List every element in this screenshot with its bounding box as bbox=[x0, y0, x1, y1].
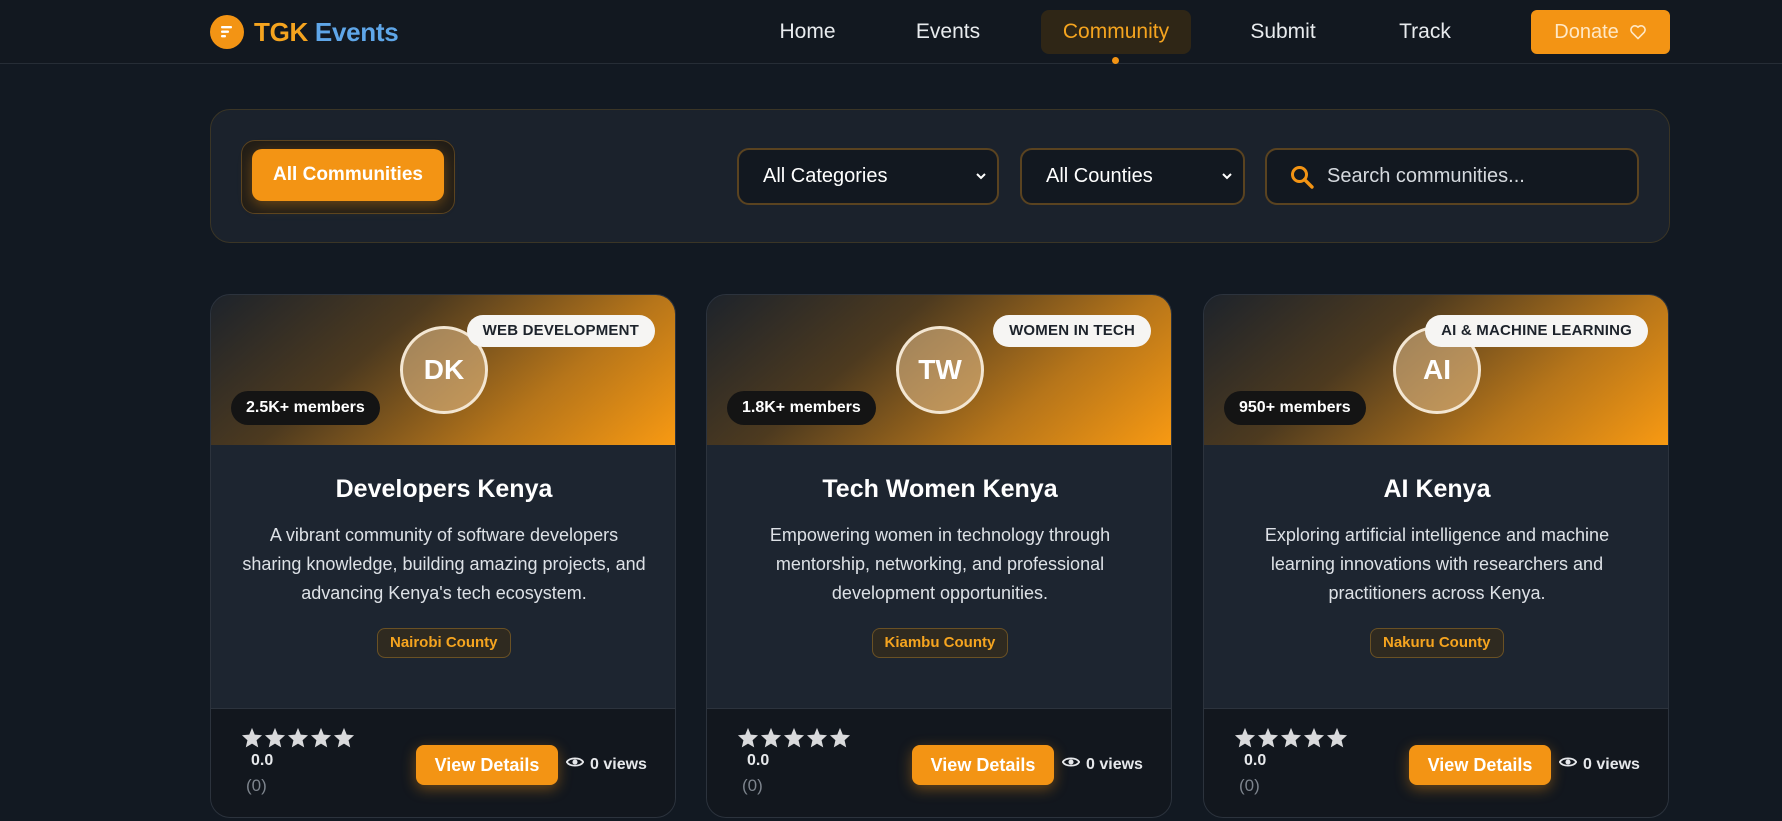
county-badge: Nakuru County bbox=[1370, 628, 1504, 658]
eye-icon bbox=[565, 755, 585, 774]
view-details-button[interactable]: View Details bbox=[416, 745, 558, 785]
rating-stars[interactable] bbox=[1234, 727, 1348, 748]
chevron-down-icon bbox=[1221, 150, 1233, 225]
county-badge: Nairobi County bbox=[377, 628, 511, 658]
brand-name-secondary: Events bbox=[314, 16, 399, 47]
star-icon bbox=[264, 727, 286, 748]
chevron-down-icon bbox=[975, 150, 987, 225]
members-badge: 950+ members bbox=[1224, 391, 1366, 425]
category-select[interactable]: All Categories bbox=[737, 148, 999, 205]
brand-name: TGK Events bbox=[254, 16, 399, 48]
star-icon bbox=[287, 727, 309, 748]
brand[interactable]: TGK Events bbox=[210, 15, 399, 49]
rating-count: (0) bbox=[1239, 776, 1260, 795]
card-footer: 0.0 (0) View Details 0 views bbox=[211, 708, 675, 817]
star-icon bbox=[806, 727, 828, 748]
rating-value: 0.0 bbox=[251, 752, 274, 769]
search-icon bbox=[1289, 164, 1315, 195]
rating-count: (0) bbox=[742, 776, 763, 795]
view-details-button[interactable]: View Details bbox=[1409, 745, 1551, 785]
donate-button[interactable]: Donate bbox=[1531, 10, 1670, 54]
views-count: 0 views bbox=[1558, 755, 1640, 774]
category-badge: WEB DEVELOPMENT bbox=[466, 315, 655, 347]
star-icon bbox=[1234, 727, 1256, 748]
views-label: 0 views bbox=[590, 755, 647, 773]
rating-stars[interactable] bbox=[737, 727, 851, 748]
category-select-value: All Categories bbox=[763, 165, 888, 187]
brand-name-primary: TGK bbox=[254, 16, 308, 47]
nav-submit[interactable]: Submit bbox=[1243, 10, 1323, 54]
views-count: 0 views bbox=[1061, 755, 1143, 774]
card-footer: 0.0 (0) View Details 0 views bbox=[1204, 708, 1668, 817]
card-description: A vibrant community of software develope… bbox=[242, 525, 646, 603]
star-icon bbox=[1303, 727, 1325, 748]
rating-value: 0.0 bbox=[1244, 752, 1267, 769]
filter-chip-group: All Communities bbox=[241, 140, 455, 214]
views-label: 0 views bbox=[1583, 755, 1640, 773]
heart-icon bbox=[1629, 25, 1646, 40]
community-card[interactable]: TW WOMEN IN TECH 1.8K+ members Tech Wome… bbox=[706, 294, 1172, 818]
members-badge: 2.5K+ members bbox=[231, 391, 380, 425]
view-details-button[interactable]: View Details bbox=[912, 745, 1054, 785]
rating-count: (0) bbox=[246, 776, 267, 795]
eye-icon bbox=[1558, 755, 1578, 774]
eye-icon bbox=[1061, 755, 1081, 774]
card-description: Empowering women in technology through m… bbox=[769, 525, 1111, 603]
views-count: 0 views bbox=[565, 755, 647, 774]
members-badge: 1.8K+ members bbox=[727, 391, 876, 425]
card-title: AI Kenya bbox=[1383, 475, 1491, 503]
card-description: Exploring artificial intelligence and ma… bbox=[1264, 525, 1610, 603]
community-card[interactable]: DK WEB DEVELOPMENT 2.5K+ members Develop… bbox=[210, 294, 676, 818]
search-box[interactable] bbox=[1265, 148, 1639, 205]
logo-icon bbox=[210, 15, 244, 49]
star-icon bbox=[737, 727, 759, 748]
nav-events[interactable]: Events bbox=[907, 10, 989, 54]
card-title: Developers Kenya bbox=[335, 475, 553, 503]
top-nav: TGK Events Home Events Community Submit … bbox=[0, 0, 1782, 64]
card-title: Tech Women Kenya bbox=[822, 475, 1058, 503]
rating-value: 0.0 bbox=[747, 752, 770, 769]
community-card[interactable]: AI AI & MACHINE LEARNING 950+ members AI… bbox=[1203, 294, 1669, 818]
star-icon bbox=[783, 727, 805, 748]
active-indicator bbox=[1112, 57, 1119, 64]
category-badge: WOMEN IN TECH bbox=[993, 315, 1151, 347]
star-icon bbox=[310, 727, 332, 748]
star-icon bbox=[760, 727, 782, 748]
search-input[interactable] bbox=[1327, 158, 1627, 195]
star-icon bbox=[333, 727, 355, 748]
star-icon bbox=[1326, 727, 1348, 748]
star-icon bbox=[829, 727, 851, 748]
category-badge: AI & MACHINE LEARNING bbox=[1425, 315, 1648, 347]
star-icon bbox=[241, 727, 263, 748]
nav-community[interactable]: Community bbox=[1041, 10, 1191, 54]
county-select[interactable]: All Counties bbox=[1020, 148, 1245, 205]
rating-stars[interactable] bbox=[241, 727, 355, 748]
views-label: 0 views bbox=[1086, 755, 1143, 773]
nav-home[interactable]: Home bbox=[770, 10, 845, 54]
county-select-value: All Counties bbox=[1046, 165, 1153, 187]
star-icon bbox=[1257, 727, 1279, 748]
nav-track[interactable]: Track bbox=[1385, 10, 1465, 54]
filter-panel: All Communities All Categories All Count… bbox=[210, 109, 1670, 243]
avatar: TW bbox=[896, 326, 984, 414]
donate-label: Donate bbox=[1554, 20, 1619, 43]
all-communities-button[interactable]: All Communities bbox=[252, 149, 444, 201]
star-icon bbox=[1280, 727, 1302, 748]
county-badge: Kiambu County bbox=[871, 628, 1009, 658]
card-footer: 0.0 (0) View Details 0 views bbox=[707, 708, 1171, 817]
